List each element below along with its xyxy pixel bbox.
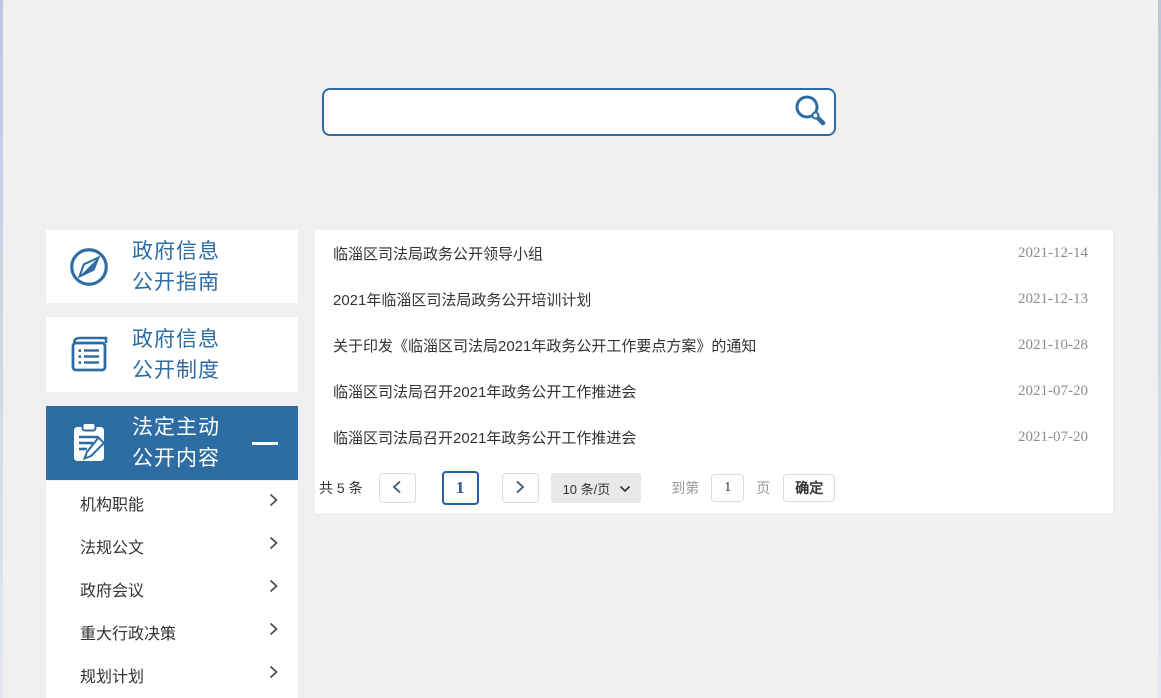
article-date: 2021-07-20 <box>1018 383 1088 400</box>
sidebar-item-gov-info-system[interactable]: 政府信息 公开制度 <box>46 317 298 392</box>
sidebar-item-label: 公开制度 <box>132 355 220 386</box>
search-button[interactable] <box>786 90 834 134</box>
prev-page-button[interactable] <box>379 473 416 503</box>
chevron-right-icon <box>269 665 278 684</box>
article-date: 2021-12-13 <box>1018 291 1088 308</box>
list-item[interactable]: 临淄区司法局召开2021年政务公开工作推进会 2021-07-20 <box>315 368 1113 414</box>
sidebar-item-label: 公开内容 <box>132 443 220 474</box>
submenu-item-label: 法规公文 <box>80 534 144 558</box>
submenu-item-planning[interactable]: 规划计划 <box>46 653 298 696</box>
current-page-button[interactable]: 1 <box>442 471 479 505</box>
page-left-edge <box>0 0 3 698</box>
list-item[interactable]: 关于印发《临淄区司法局2021年政务公开工作要点方案》的通知 2021-10-2… <box>315 322 1113 368</box>
submenu-item-label: 机构职能 <box>80 491 144 515</box>
article-title[interactable]: 临淄区司法局政务公开领导小组 <box>333 243 543 264</box>
chevron-right-icon <box>269 579 278 598</box>
goto-page-input[interactable] <box>711 474 744 502</box>
sidebar-item-label: 政府信息 <box>132 324 220 355</box>
chevron-right-icon <box>269 622 278 641</box>
sidebar-item-statutory-disclosure[interactable]: 法定主动 公开内容 <box>46 406 298 480</box>
total-count-label: 共 5 条 <box>319 478 363 498</box>
chevron-right-icon <box>515 480 525 497</box>
goto-page-prefix-label: 到第 <box>671 478 699 498</box>
chevron-down-icon <box>619 481 631 496</box>
sidebar-item-gov-info-guide[interactable]: 政府信息 公开指南 <box>46 230 298 303</box>
submenu-item-label: 重大行政决策 <box>80 620 176 644</box>
submenu-item-label: 政府会议 <box>80 577 144 601</box>
submenu-item-major-decisions[interactable]: 重大行政决策 <box>46 610 298 653</box>
submenu-item-organization[interactable]: 机构职能 <box>46 481 298 524</box>
document-list-icon <box>46 332 132 378</box>
search-bar <box>322 88 836 136</box>
page-size-dropdown[interactable]: 10 条/页 <box>551 473 642 503</box>
sidebar-item-label: 政府信息 <box>132 236 220 267</box>
list-item[interactable]: 2021年临淄区司法局政务公开培训计划 2021-12-13 <box>315 276 1113 322</box>
submenu-item-gov-meetings[interactable]: 政府会议 <box>46 567 298 610</box>
search-input[interactable] <box>324 90 786 134</box>
page: 政府信息 公开指南 政府信息 公开制度 <box>0 0 1161 698</box>
sidebar-item-label: 公开指南 <box>132 267 220 298</box>
article-date: 2021-12-14 <box>1018 245 1088 262</box>
submenu-item-label: 规划计划 <box>80 663 144 687</box>
article-date: 2021-10-28 <box>1018 337 1088 354</box>
chevron-right-icon <box>269 536 278 555</box>
goto-page-suffix-label: 页 <box>756 478 770 498</box>
clipboard-pencil-icon <box>46 420 132 466</box>
article-title[interactable]: 关于印发《临淄区司法局2021年政务公开工作要点方案》的通知 <box>333 335 756 356</box>
submenu-item-regulations[interactable]: 法规公文 <box>46 524 298 567</box>
list-item[interactable]: 临淄区司法局召开2021年政务公开工作推进会 2021-07-20 <box>315 414 1113 460</box>
compass-icon <box>46 244 132 290</box>
confirm-button[interactable]: 确定 <box>783 474 835 502</box>
article-title[interactable]: 临淄区司法局召开2021年政务公开工作推进会 <box>333 381 636 402</box>
pagination-bar: 共 5 条 1 10 条/页 到第 页 确定 <box>315 471 1113 505</box>
collapse-minus-icon[interactable] <box>252 442 278 445</box>
next-page-button[interactable] <box>502 473 539 503</box>
chevron-right-icon <box>269 493 278 512</box>
article-date: 2021-07-20 <box>1018 429 1088 446</box>
sidebar-submenu: 机构职能 法规公文 政府会议 重大行政决策 <box>46 481 298 698</box>
page-size-label: 10 条/页 <box>563 479 611 498</box>
article-list-panel: 临淄区司法局政务公开领导小组 2021-12-14 2021年临淄区司法局政务公… <box>315 230 1113 513</box>
sidebar-item-label: 法定主动 <box>132 412 220 443</box>
list-item[interactable]: 临淄区司法局政务公开领导小组 2021-12-14 <box>315 230 1113 276</box>
magnifier-icon <box>793 94 827 131</box>
chevron-left-icon <box>392 480 402 497</box>
article-title[interactable]: 2021年临淄区司法局政务公开培训计划 <box>333 289 591 310</box>
article-title[interactable]: 临淄区司法局召开2021年政务公开工作推进会 <box>333 427 636 448</box>
